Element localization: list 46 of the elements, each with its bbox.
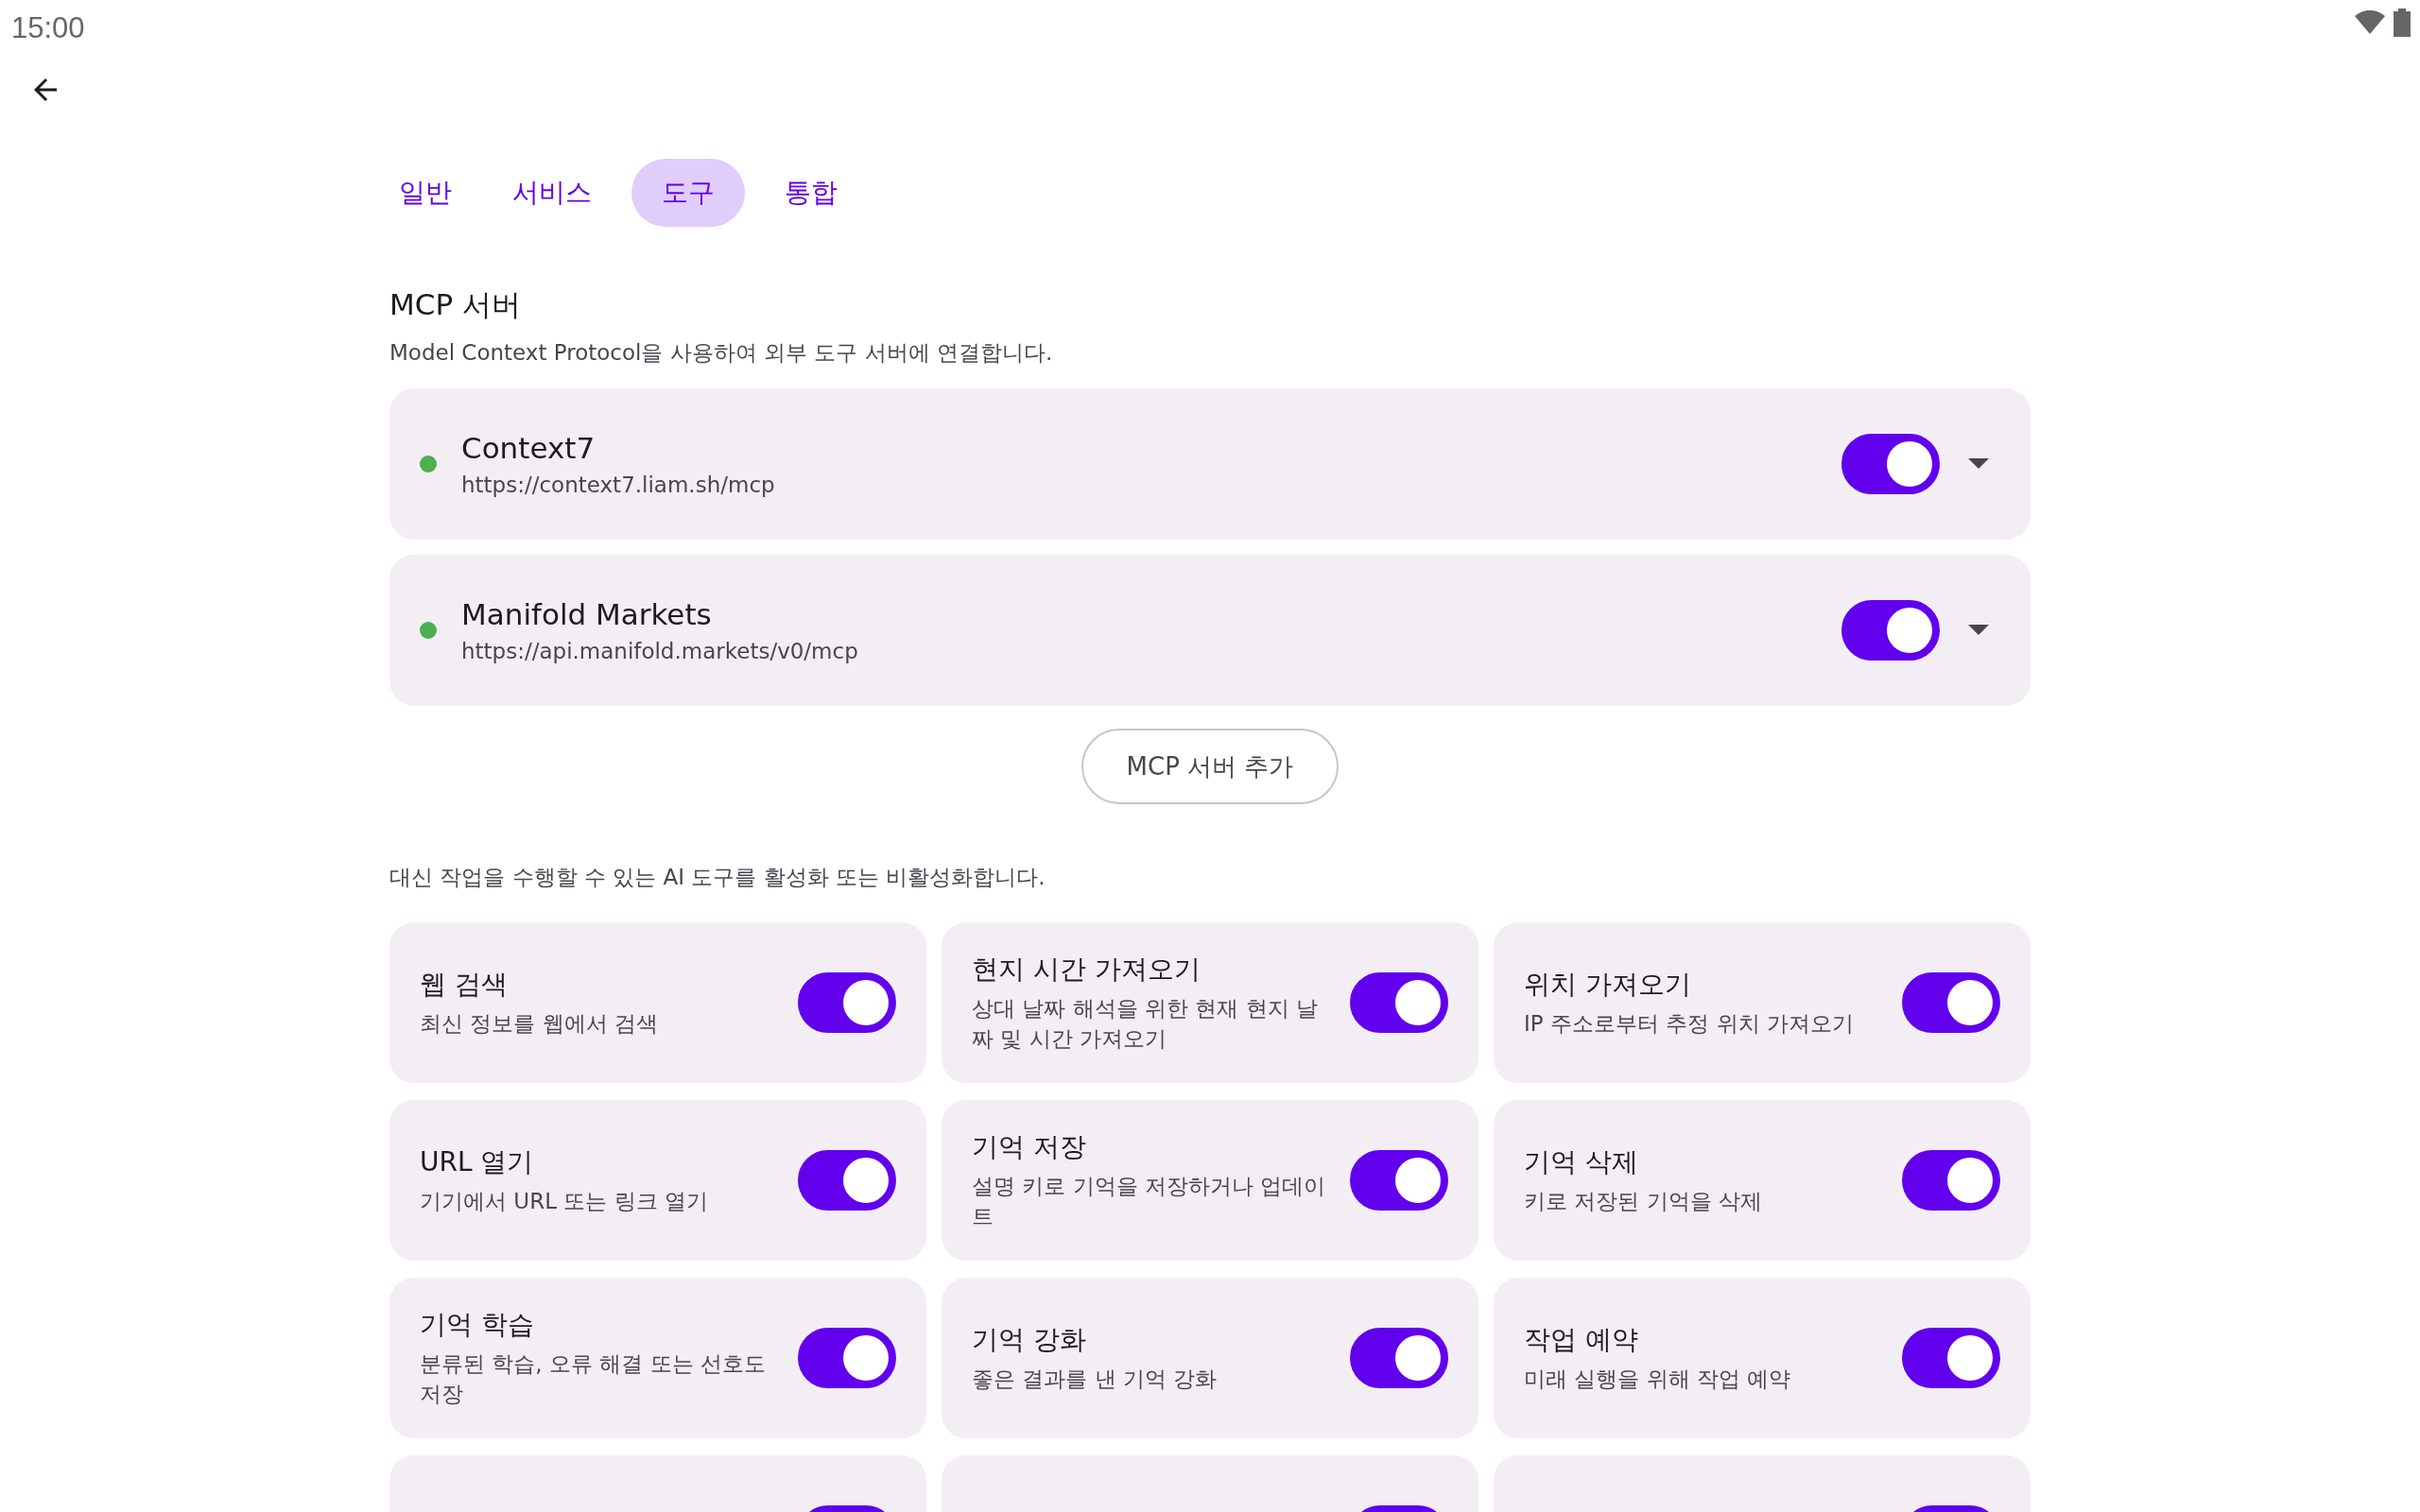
toggle-switch[interactable] [798,1150,896,1211]
tool-name: 기억 학습 [420,1307,535,1342]
tool-name: 기억 저장 [972,1129,1087,1164]
tab[interactable]: 통합 [764,159,858,227]
battery-icon [2394,9,2411,37]
tab[interactable]: 도구 [631,159,745,227]
toggle-switch[interactable] [798,1328,896,1388]
toggle-switch[interactable] [1902,1150,2000,1211]
dropdown-caret-icon[interactable] [1968,458,1989,470]
toggle-switch[interactable] [1841,600,1940,661]
section-title: MCP 서버 [389,286,522,323]
toggle-switch[interactable] [1902,972,2000,1033]
tool-description: 설명 키로 기억을 저장하거나 업데이트 [972,1172,1327,1230]
server-url: https://api.manifold.markets/v0/mcp [461,639,859,663]
section-description: 대신 작업을 수행할 수 있는 AI 도구를 활성화 또는 비활성화합니다. [389,864,1046,891]
tool-name: URL 열기 [420,1144,535,1179]
server-name: Context7 [461,431,596,465]
tool-description: 기기에서 URL 또는 링크 열기 [420,1187,709,1215]
tool-description: 상대 날짜 해석을 위한 현재 현지 날짜 및 시간 가져오기 [972,994,1319,1053]
tool-description: 최신 정보를 웹에서 검색 [420,1009,659,1038]
tool-description: 좋은 결과를 낸 기억 강화 [972,1365,1219,1393]
toggle-switch[interactable] [1841,434,1940,494]
tool-name: 현지 시간 가져오기 [972,952,1201,987]
section-description: Model Context Protocol을 사용하여 외부 도구 서버에 연결합니다. [389,339,1054,367]
tool-description: 분류된 학습, 오류 해결 또는 선호도 저장 [420,1349,767,1408]
tool-description: IP 주소로부터 추정 위치 가져오기 [1524,1009,1855,1038]
dropdown-caret-icon[interactable] [1968,625,1989,636]
wifi-icon [2354,10,2386,35]
server-name: Manifold Markets [461,597,713,631]
tool-description: 미래 실행을 위해 작업 예약 [1524,1365,1792,1393]
tab[interactable]: 일반 [378,159,473,227]
tool-name: 기억 강화 [972,1322,1087,1357]
toggle-switch[interactable] [1350,972,1448,1033]
tool-description: 키로 저장된 기억을 삭제 [1524,1187,1763,1215]
server-url: https://context7.liam.sh/mcp [461,472,776,497]
toggle-switch[interactable] [1350,1150,1448,1211]
toggle-switch[interactable] [1350,1328,1448,1388]
status-time: 15:00 [11,11,85,45]
tab[interactable]: 서비스 [492,159,613,227]
toggle-switch[interactable] [1902,1328,2000,1388]
tool-name: 웹 검색 [420,967,509,1002]
toggle-switch[interactable] [798,972,896,1033]
tool-name: 기억 삭제 [1524,1144,1639,1179]
add-server-button[interactable]: MCP 서버 추가 [1080,729,1340,804]
tool-name: 작업 예약 [1524,1322,1639,1357]
tool-name: 위치 가져오기 [1524,967,1692,1002]
